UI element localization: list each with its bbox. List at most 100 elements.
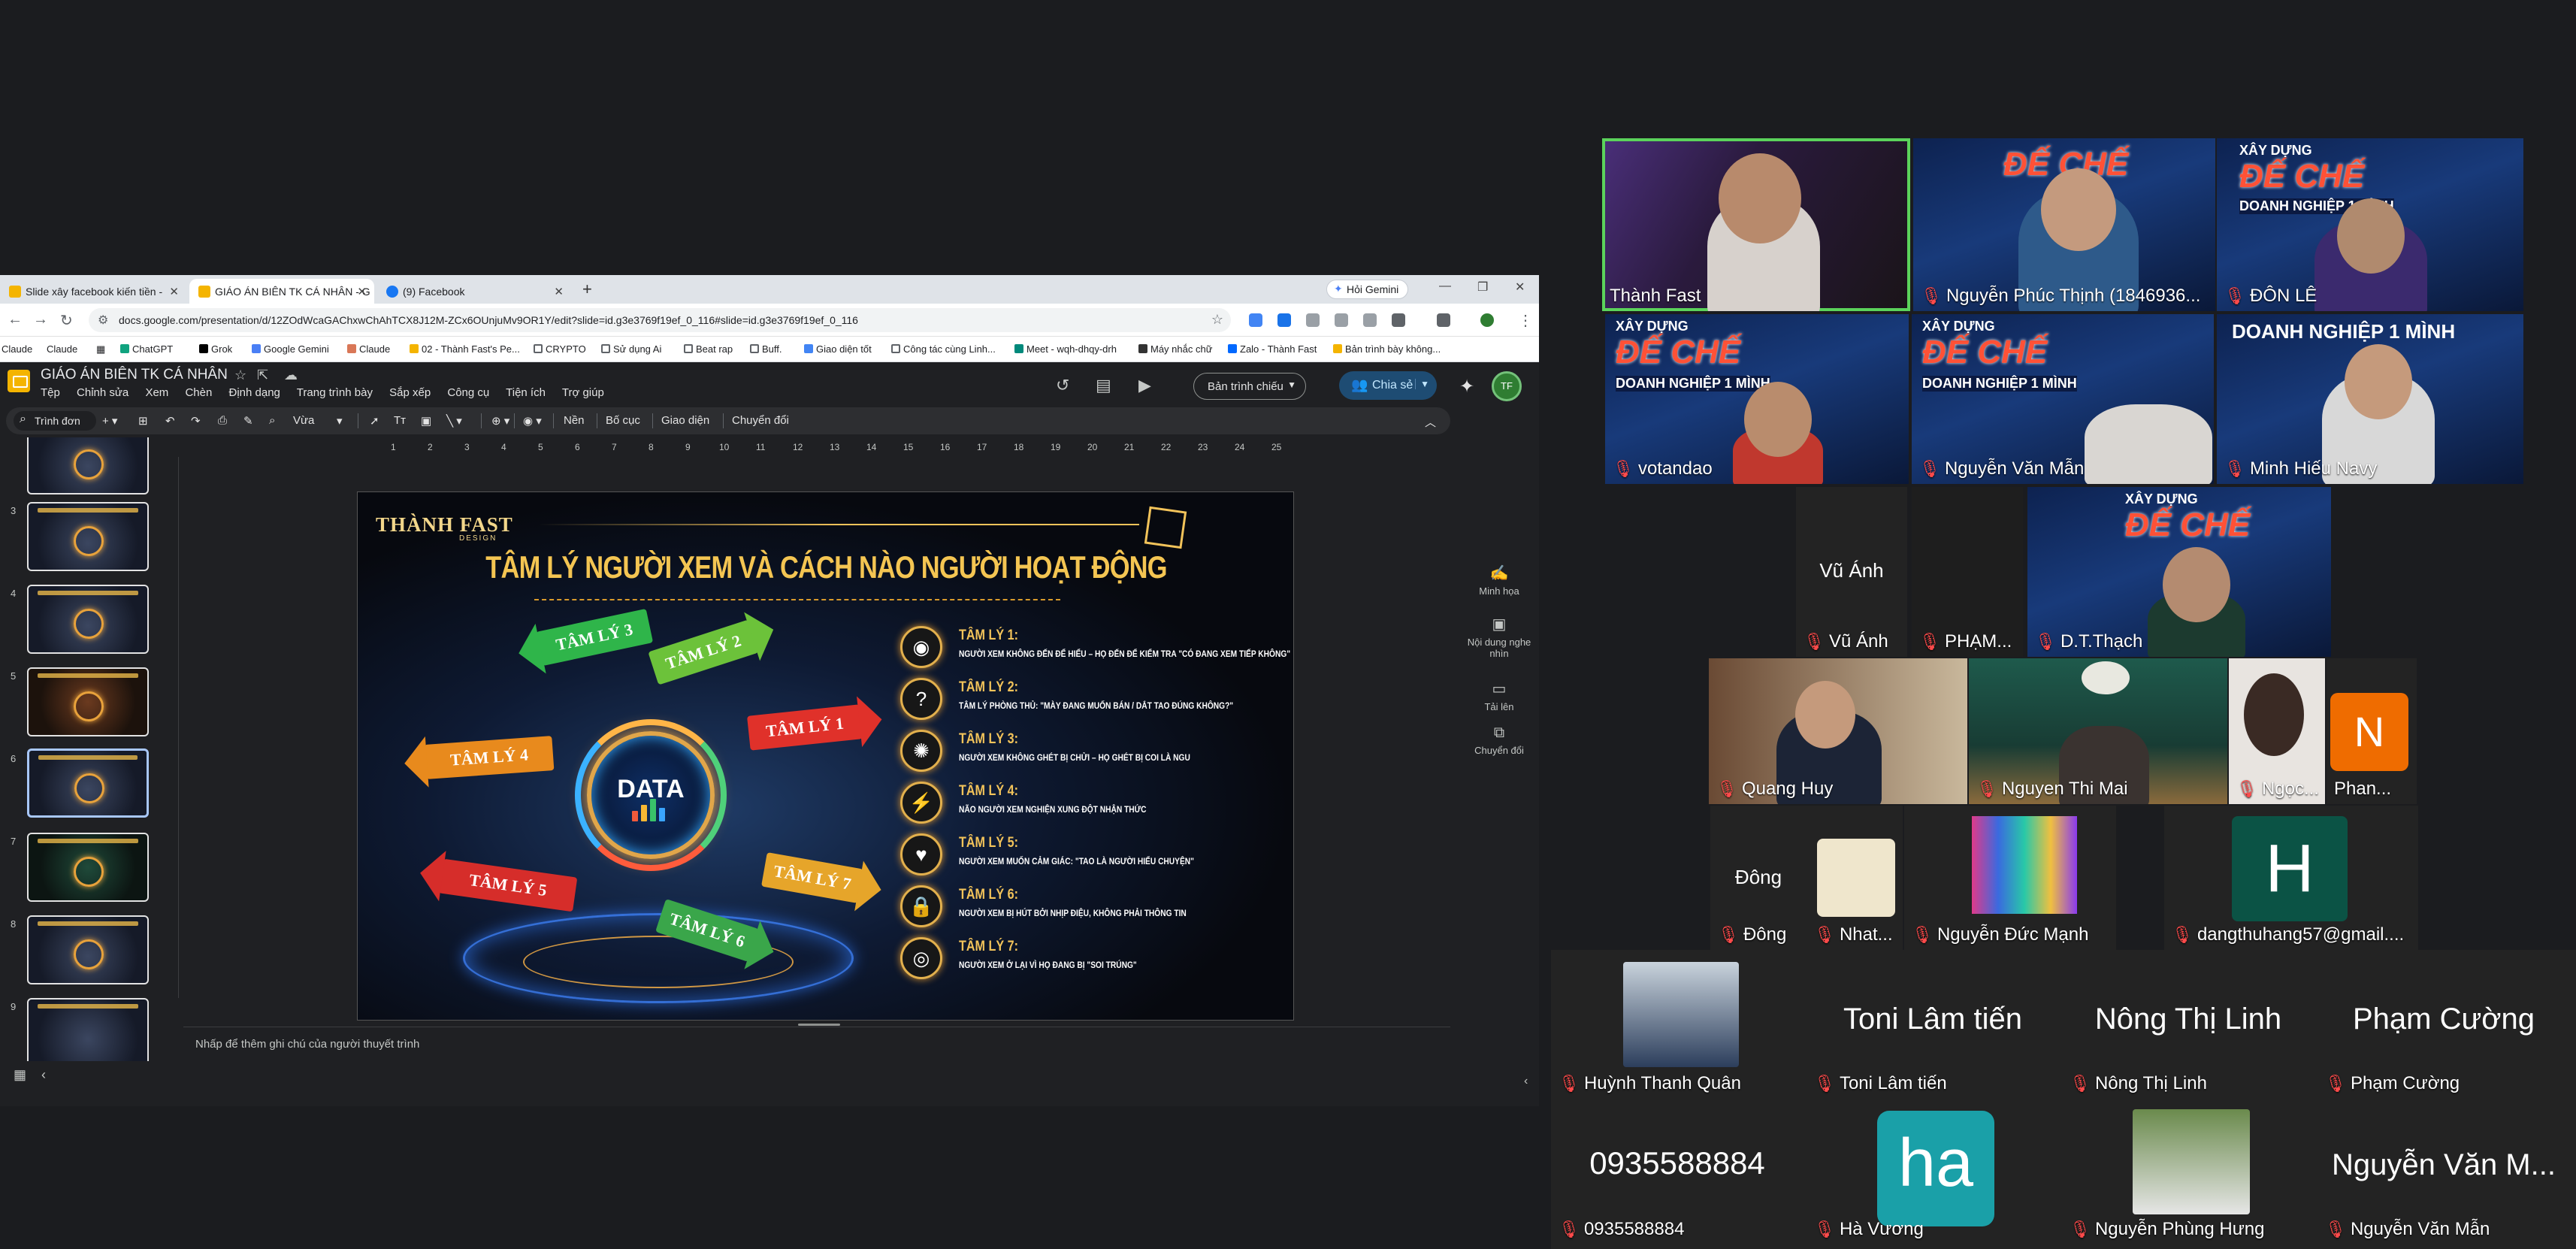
maximize-icon[interactable]: ❐ xyxy=(1477,280,1488,295)
bookmark-item[interactable]: Claude xyxy=(347,343,390,355)
slide-thumbnail[interactable] xyxy=(27,585,149,654)
participant-tile[interactable]: Vũ Ánh 🎙 Vũ Ánh xyxy=(1796,487,1907,657)
layout-button[interactable]: Bố cục xyxy=(606,414,640,427)
menu-help[interactable]: Trợ giúp xyxy=(562,386,604,399)
participant-tile[interactable]: XÂY DỰNG ĐẾ CHẾ 🎙 D.T.Thạch xyxy=(2027,487,2331,657)
folder-import-icon[interactable]: ⊞ xyxy=(138,414,148,428)
background-button[interactable]: Nền xyxy=(564,414,585,427)
chevron-down-icon[interactable]: ▾ xyxy=(337,414,343,428)
participant-tile[interactable]: 🎙 Ngọc... xyxy=(2229,658,2325,804)
bookmark-item[interactable]: Grok xyxy=(199,343,232,355)
slide-thumbnail[interactable] xyxy=(27,502,149,571)
slide-thumbnail[interactable] xyxy=(27,998,149,1061)
menu-extensions[interactable]: Tiện ích xyxy=(506,386,546,399)
extension-icon[interactable] xyxy=(1335,313,1348,327)
close-tab-icon[interactable]: ✕ xyxy=(357,285,367,298)
minimize-icon[interactable]: — xyxy=(1439,280,1451,293)
sidepanel-icon[interactable] xyxy=(1437,313,1450,327)
text-box-icon[interactable]: Tт xyxy=(394,414,406,427)
participant-tile[interactable]: Nông Thị Linh 🎙 Nông Thị Linh xyxy=(2062,954,2314,1099)
new-slide-icon[interactable]: + ▾ xyxy=(102,414,117,428)
transition-button[interactable]: Chuyển đổi xyxy=(732,414,789,427)
bookmark-folder[interactable]: Sử dụng Ai xyxy=(601,343,661,355)
participant-tile[interactable]: Toni Lâm tiến 🎙 Toni Lâm tiến xyxy=(1807,954,2059,1099)
participant-tile[interactable]: H 🎙 dangthuhang57@gmail.... xyxy=(2164,806,2418,950)
reload-icon[interactable]: ↻ xyxy=(60,311,73,330)
document-title[interactable]: GIÁO ÁN BIÊN TK CÁ NHÂN xyxy=(41,367,228,383)
comments-icon[interactable]: ▤ xyxy=(1096,376,1111,395)
participant-tile[interactable]: 🎙 Quang Huy xyxy=(1709,658,1967,804)
illustrations-button[interactable]: ✍ Minh họa xyxy=(1458,564,1540,597)
add-comment-icon[interactable]: ⊕ ▾ xyxy=(491,414,509,428)
move-folder-icon[interactable]: ⇱ xyxy=(257,367,268,383)
tab-slide-facebook[interactable]: Slide xây facebook kiến tiền - ✕ xyxy=(0,279,186,304)
forward-icon[interactable]: → xyxy=(33,311,48,328)
participant-tile[interactable]: 0935588884 🎙 0935588884 xyxy=(1551,1100,1804,1244)
participant-tile[interactable]: ĐẾ CHẾ 🎙 Nguyễn Phúc Thịnh (1846936... xyxy=(1913,138,2215,311)
participant-tile[interactable]: XÂY DỰNG ĐẾ CHẾ DOANH NGHIỆP 1 MÌNH 🎙 Ngu… xyxy=(1912,314,2214,484)
redo-icon[interactable]: ↷ xyxy=(191,414,201,428)
participant-tile[interactable]: 🎙 Huỳnh Thanh Quân xyxy=(1551,954,1804,1099)
gemini-spark-icon[interactable]: ✦ xyxy=(1459,376,1474,398)
participant-tile[interactable]: XÂY DỰNG ĐẾ CHẾ DOANH NGHIỆP 1 MÌNH 🎙 ĐÔN… xyxy=(2217,138,2523,311)
bookmark-folder[interactable]: Buff. xyxy=(750,343,782,355)
collapse-toolbar-icon[interactable]: ︿ xyxy=(1425,414,1436,430)
version-history-icon[interactable]: ↺ xyxy=(1056,376,1069,395)
slides-logo-icon[interactable] xyxy=(8,370,30,392)
bookmark-item[interactable]: Máy nhắc chữ xyxy=(1138,343,1212,355)
participant-tile-thanh-fast[interactable]: Thành Fast xyxy=(1602,138,1910,311)
speaker-notes[interactable]: Nhấp để thêm ghi chú của người thuyết tr… xyxy=(183,1027,1450,1061)
collapse-panel-icon[interactable]: ‹ xyxy=(1524,1075,1528,1088)
profile-avatar-icon[interactable] xyxy=(1480,313,1494,327)
extension-icon[interactable] xyxy=(1306,313,1320,327)
share-button[interactable]: 👥 Chia sẻ ▼ xyxy=(1339,371,1437,400)
zoom-icon[interactable]: ⌕ xyxy=(269,414,275,427)
print-icon[interactable]: ⎙ xyxy=(218,414,227,427)
tab-facebook[interactable]: (9) Facebook ✕ xyxy=(377,279,571,304)
close-tab-icon[interactable]: ✕ xyxy=(554,285,564,298)
bookmark-item[interactable]: Meet - wqh-dhqy-drh xyxy=(1014,343,1117,355)
tab-giao-an[interactable]: GIÁO ÁN BIÊN TK CÁ NHÂN - G ✕ xyxy=(189,279,374,304)
bookmark-item[interactable]: Claude xyxy=(2,343,32,355)
meet-camera-icon[interactable]: ▶ xyxy=(1138,376,1151,395)
bookmark-folder[interactable]: Beat rap xyxy=(684,343,733,355)
participant-tile[interactable]: XÂY DỰNG ĐẾ CHẾ DOANH NGHIỆP 1 MÌNH 🎙 vot… xyxy=(1605,314,1909,484)
line-icon[interactable]: ╲ ▾ xyxy=(446,414,462,428)
grid-view-icon[interactable]: ▦ ‹ xyxy=(14,1067,46,1083)
account-avatar[interactable]: TF xyxy=(1492,371,1522,401)
extensions-puzzle-icon[interactable] xyxy=(1392,313,1405,327)
bookmark-folder[interactable]: Công tác cùng Linh... xyxy=(891,343,996,355)
menu-file[interactable]: Tệp xyxy=(41,386,60,399)
bookmark-item[interactable]: Zalo - Thành Fast xyxy=(1228,343,1317,355)
menu-view[interactable]: Xem xyxy=(145,386,168,399)
undo-icon[interactable]: ↶ xyxy=(165,414,175,428)
slide-thumbnail[interactable] xyxy=(27,915,149,984)
extension-icon[interactable] xyxy=(1363,313,1377,327)
participant-tile[interactable]: 🎙 Nguyễn Phùng Hưng xyxy=(2062,1100,2314,1244)
notes-resize-handle[interactable] xyxy=(798,1024,840,1026)
menu-tools[interactable]: Công cụ xyxy=(447,386,489,399)
slide-thumbnail[interactable] xyxy=(27,667,149,736)
close-tab-icon[interactable]: ✕ xyxy=(169,285,179,298)
apps-grid-icon[interactable]: ▦ xyxy=(96,343,105,355)
bookmark-item[interactable]: Google Gemini xyxy=(252,343,329,355)
browser-menu-icon[interactable]: ⋮ xyxy=(1518,311,1533,330)
theme-button[interactable]: Giao diện xyxy=(661,414,709,427)
bookmark-item[interactable]: Giao diện tốt xyxy=(804,343,872,355)
search-menus-input[interactable]: Trình đơn xyxy=(14,411,96,431)
back-icon[interactable]: ← xyxy=(8,311,23,328)
media-button[interactable]: ▣ Nội dung nghe nhìn xyxy=(1458,615,1540,659)
menu-format[interactable]: Định dạng xyxy=(229,386,280,399)
bookmark-item[interactable]: Claude xyxy=(47,343,77,355)
participant-tile[interactable]: Đông 🎙 Đông xyxy=(1710,806,1807,950)
slide-thumbnail-active[interactable] xyxy=(27,748,149,818)
paint-format-icon[interactable]: ✎ xyxy=(243,414,253,428)
participant-tile[interactable]: ha 🎙 Hà Vương xyxy=(1807,1100,2059,1244)
participant-tile[interactable]: DOANH NGHIỆP 1 MÌNH 🎙 Minh Hiếu Navy xyxy=(2217,314,2523,484)
site-info-icon[interactable]: ⚙ xyxy=(98,313,108,328)
bookmark-item[interactable]: Bản trình bày không... xyxy=(1333,343,1441,355)
address-bar[interactable]: ⚙ docs.google.com/presentation/d/12ZOdWc… xyxy=(89,308,1231,332)
upload-button[interactable]: ▭ Tải lên xyxy=(1458,679,1540,712)
menu-slide[interactable]: Trang trình bày xyxy=(297,386,373,399)
extension-icon[interactable] xyxy=(1277,313,1291,327)
